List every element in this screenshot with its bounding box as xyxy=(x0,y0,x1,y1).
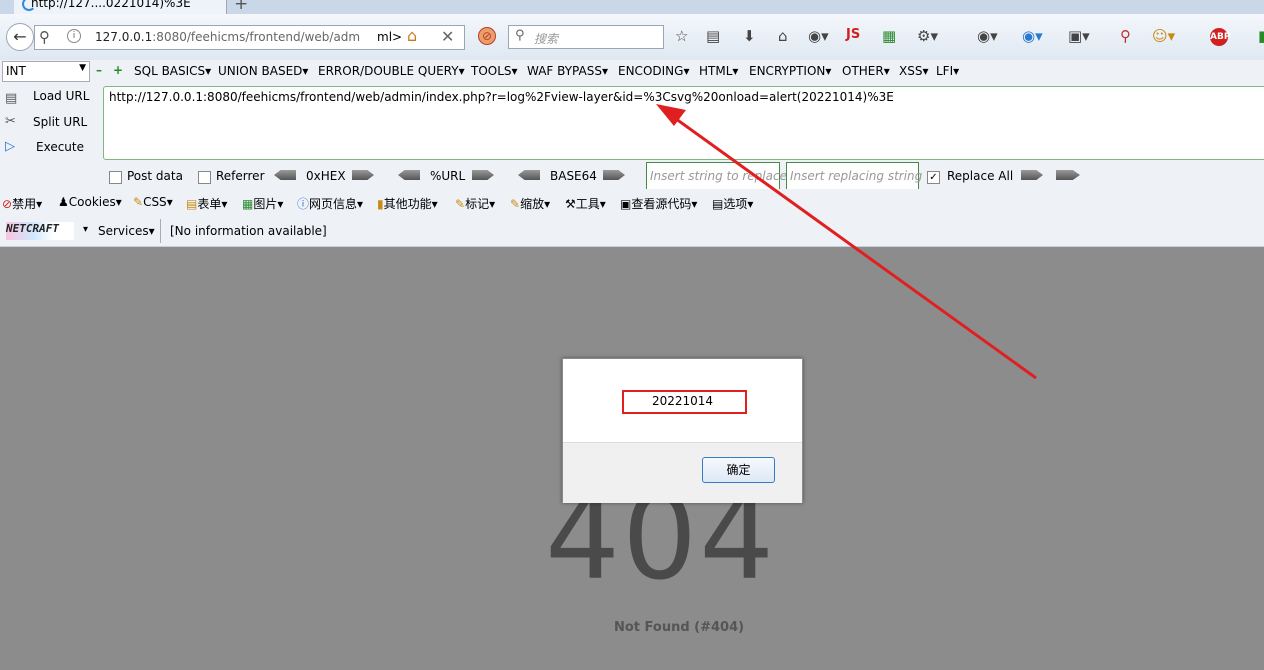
arrow-shaft xyxy=(671,114,1037,380)
annotation-arrow xyxy=(656,104,1037,380)
